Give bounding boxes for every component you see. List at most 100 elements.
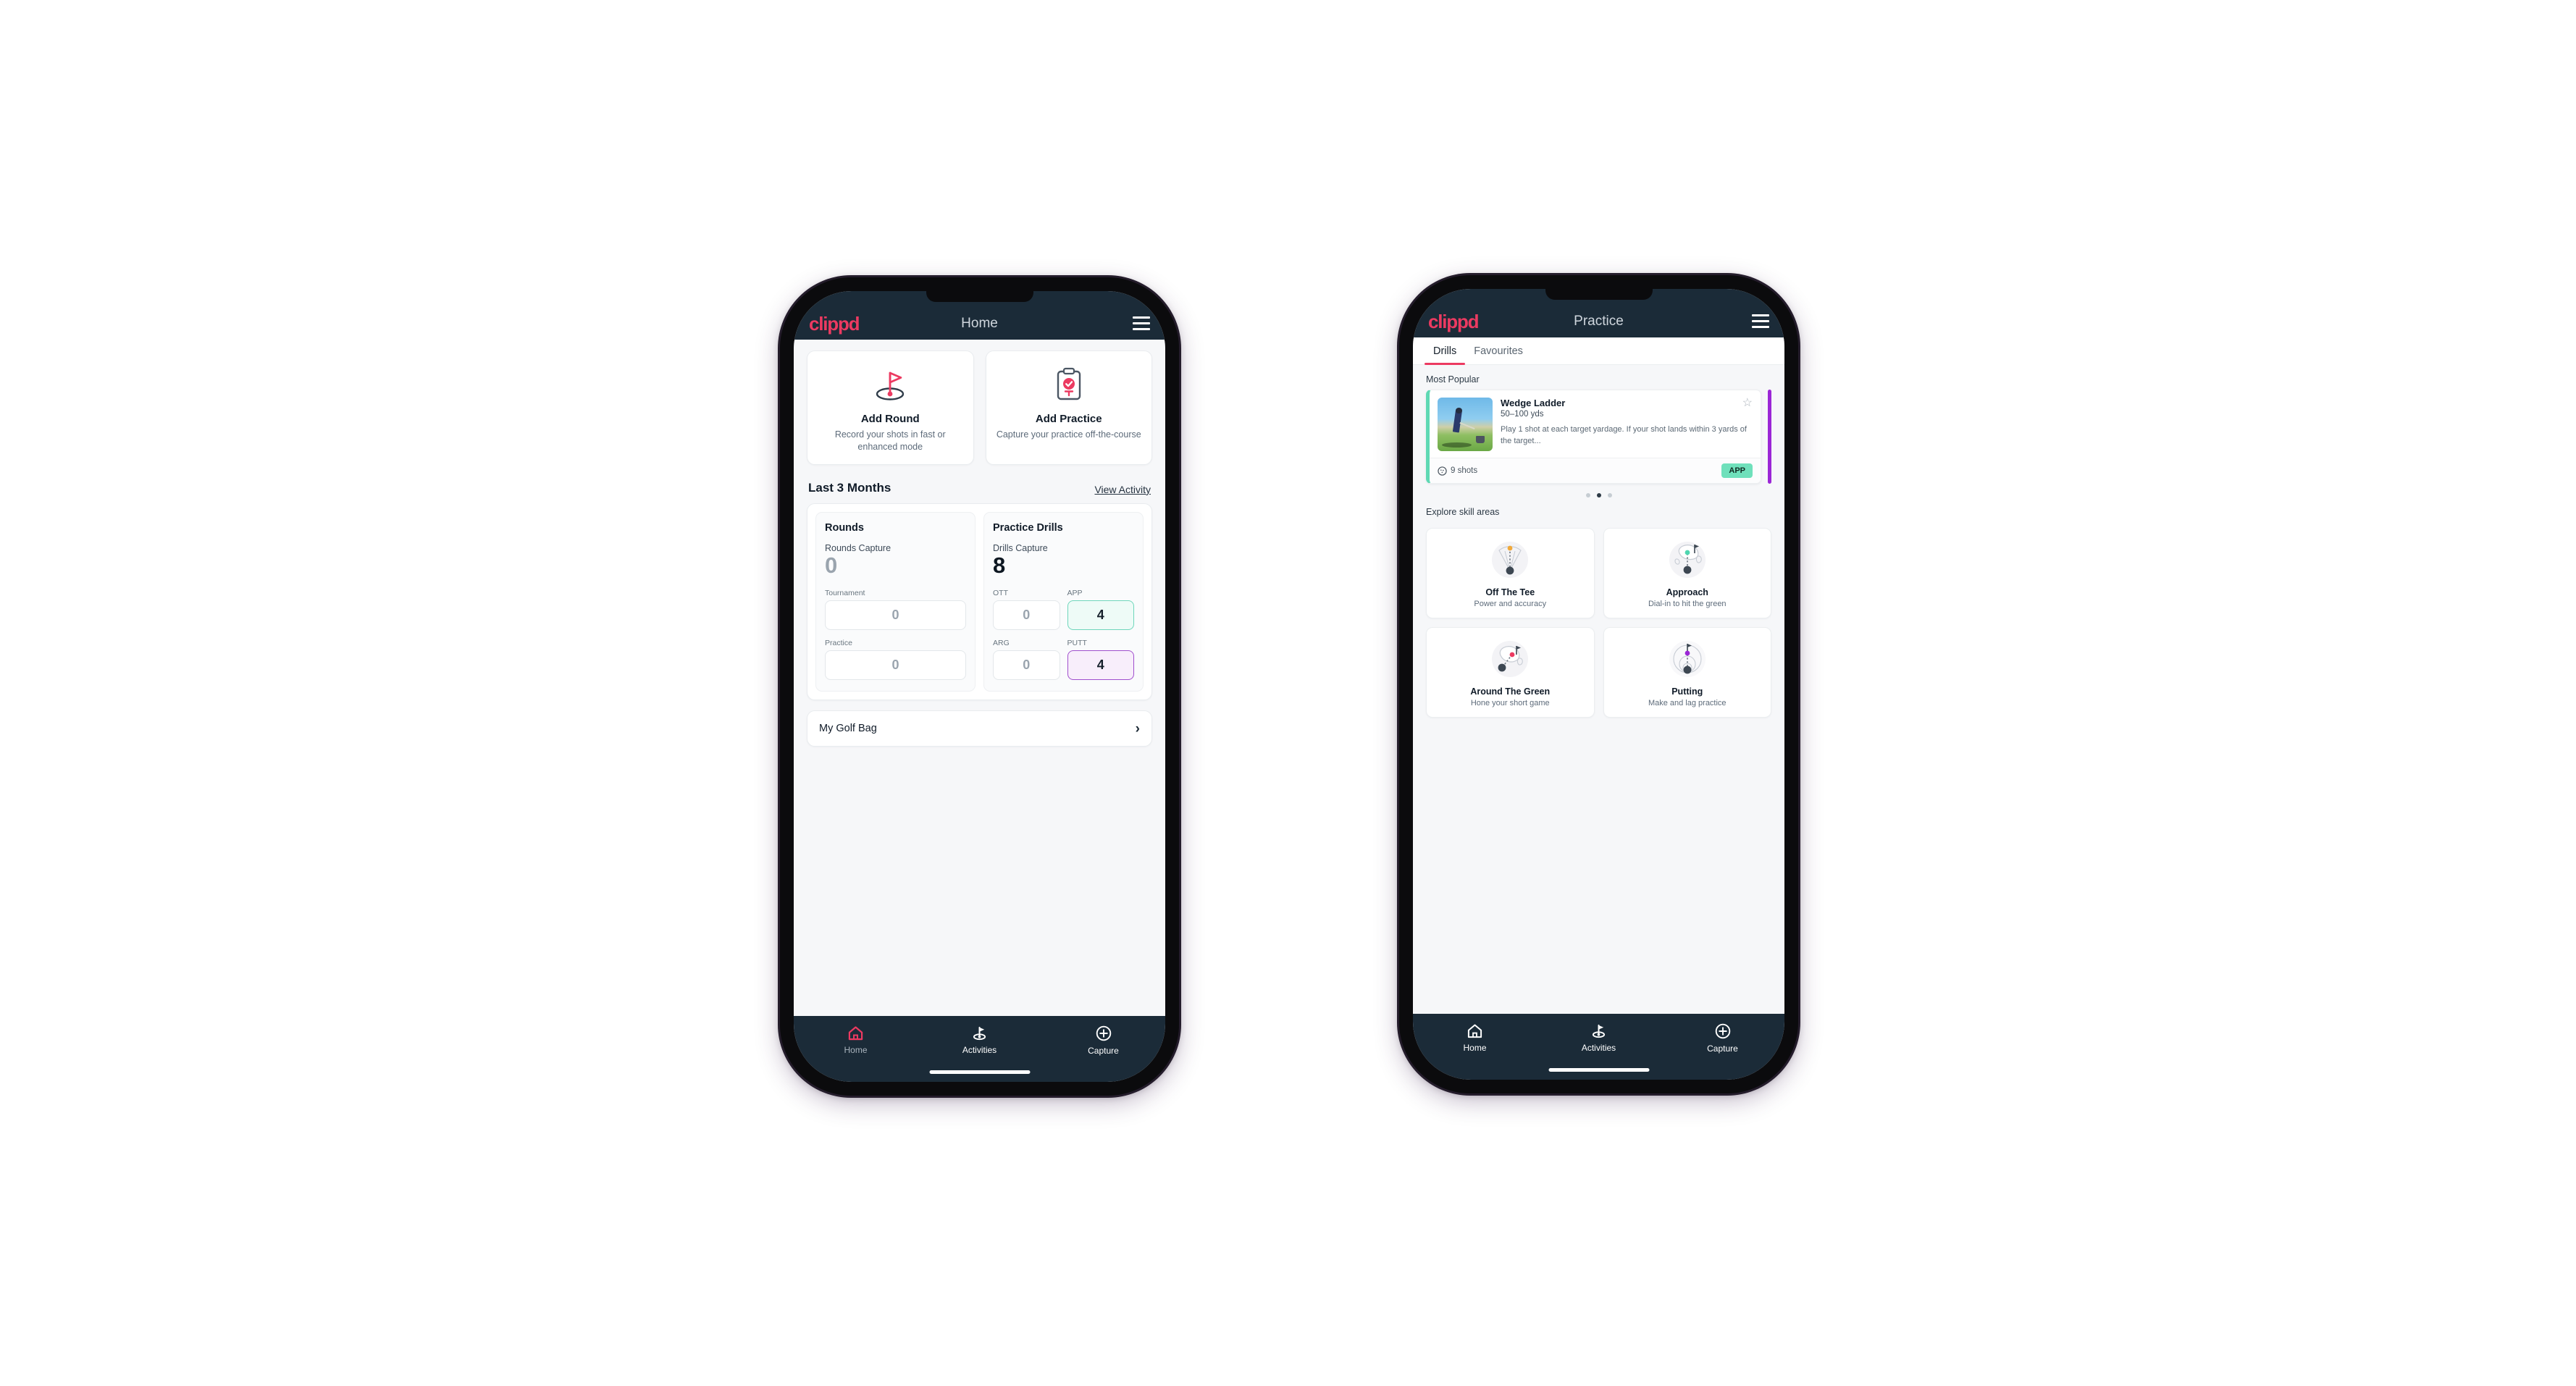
phone2-screen: clippd Practice Drills Favourites Most P… [1413,289,1784,1080]
practice-label: Practice [825,639,852,648]
plus-circle-icon [1096,1025,1111,1041]
tab-favourites[interactable]: Favourites [1465,337,1532,364]
rounds-column: Rounds Rounds Capture 0 Tournament 0 Pra… [815,511,976,692]
golf-flag-icon [814,364,967,406]
phone1-screen: clippd Home Add Round Record your shots … [794,291,1165,1082]
app-label: APP [1067,589,1083,598]
plus-circle-icon [1715,1023,1730,1039]
skill-card-putting[interactable]: Putting Make and lag practice [1603,627,1771,718]
nav-label-activities: Activities [962,1045,997,1055]
phone2-bottom-nav: Home Activities Capture [1413,1014,1784,1080]
clippd-logo[interactable]: clippd [1428,312,1480,331]
app-value[interactable]: 4 [1067,600,1134,631]
drill-category-badge: APP [1721,463,1753,478]
add-practice-title: Add Practice [1035,413,1102,425]
drill-description: Play 1 shot at each target yardage. If y… [1501,425,1747,445]
carousel-dot-1[interactable] [1585,493,1590,497]
quick-actions-row: Add Round Record your shots in fast or e… [794,340,1165,465]
nav-item-activities[interactable]: Activities [1537,1023,1661,1053]
add-practice-card[interactable]: Add Practice Capture your practice off-t… [985,350,1152,465]
star-outline-icon[interactable]: ☆ [1742,398,1753,409]
chevron-right-icon: › [1135,721,1140,736]
arg-value[interactable]: 0 [993,650,1060,681]
drill-card-footer: 9 shots APP [1430,458,1761,483]
skill-subtitle: Hone your short game [1470,699,1550,707]
skill-areas-grid: Off The Tee Power and accuracy Approach … [1413,522,1784,718]
carousel-dot-2[interactable] [1596,493,1601,497]
carousel-dots [1413,484,1784,497]
skill-card-off-the-tee[interactable]: Off The Tee Power and accuracy [1426,528,1595,618]
drills-capture-label: Drills Capture [993,542,1048,553]
ott-value[interactable]: 0 [993,600,1060,631]
my-golf-bag-row[interactable]: My Golf Bag › [807,710,1152,747]
carousel-dot-3[interactable] [1607,493,1612,497]
add-round-subtitle: Record your shots in fast or enhanced mo… [834,429,946,452]
phone-mockup-practice: clippd Practice Drills Favourites Most P… [1399,275,1798,1093]
arg-field: ARG 0 [993,639,1060,681]
add-round-card[interactable]: Add Round Record your shots in fast or e… [807,350,974,465]
drill-meta: Wedge Ladder 50–100 yds ☆ Play 1 shot at… [1501,398,1753,451]
arg-label: ARG [993,639,1010,648]
phone2-notch [1545,289,1653,300]
nav-item-capture[interactable]: Capture [1661,1023,1784,1054]
nav-label-home: Home [1463,1043,1487,1053]
stats-card: Rounds Rounds Capture 0 Tournament 0 Pra… [807,503,1152,701]
drill-title-row: Wedge Ladder 50–100 yds ☆ [1501,398,1753,419]
tournament-label: Tournament [825,589,865,598]
last-3-months-header: Last 3 Months View Activity [794,465,1165,503]
nav-item-activities[interactable]: Activities [918,1025,1041,1055]
nav-item-home[interactable]: Home [1413,1023,1537,1053]
hamburger-icon[interactable] [1133,316,1150,330]
golf-ball-icon [1438,466,1447,476]
drill-carousel[interactable]: Wedge Ladder 50–100 yds ☆ Play 1 shot at… [1413,390,1784,484]
putt-label: PUTT [1067,639,1087,648]
view-activity-link[interactable]: View Activity [1094,484,1151,495]
tab-drills[interactable]: Drills [1425,337,1466,365]
explore-skill-areas-label: Explore skill areas [1426,507,1500,517]
nav-label-home: Home [844,1045,868,1055]
phone1-content: Add Round Record your shots in fast or e… [794,340,1165,1016]
home-icon [848,1026,863,1041]
home-icon [1467,1024,1482,1038]
rounds-heading: Rounds [825,521,864,534]
phone1-notch [926,291,1033,302]
drill-card-wedge-ladder[interactable]: Wedge Ladder 50–100 yds ☆ Play 1 shot at… [1426,390,1761,484]
skill-name: Putting [1671,686,1703,697]
my-golf-bag-label: My Golf Bag [819,723,877,735]
nav-item-capture[interactable]: Capture [1041,1025,1165,1056]
practice-value[interactable]: 0 [825,650,966,681]
putt-field: PUTT 4 [1067,639,1134,681]
skill-name: Off The Tee [1485,587,1535,597]
tournament-value[interactable]: 0 [825,600,966,631]
drill-title: Wedge Ladder [1501,398,1566,408]
practice-tabs: Drills Favourites [1413,337,1784,365]
drill-shots-label: 9 shots [1451,466,1478,475]
most-popular-label: Most Popular [1426,374,1480,385]
around-green-icon [1431,637,1590,681]
rounds-capture-label: Rounds Capture [825,542,891,553]
home-indicator [929,1070,1030,1074]
next-drill-card-peek[interactable] [1768,390,1771,484]
drill-thumbnail [1438,398,1493,451]
skill-card-approach[interactable]: Approach Dial-in to hit the green [1603,528,1771,618]
home-indicator [1548,1068,1649,1072]
putting-rings-icon [1608,637,1767,681]
screenshot-canvas: clippd Home Add Round Record your shots … [0,0,2576,1386]
drills-capture-value: 8 [993,552,1006,578]
drills-row-1: OTT 0 APP 4 [993,589,1134,631]
clippd-logo[interactable]: clippd [809,314,860,333]
add-practice-subtitle: Capture your practice off-the-course [996,429,1141,440]
ott-label: OTT [993,589,1008,598]
section-title: Last 3 Months [808,480,891,495]
nav-item-home[interactable]: Home [794,1025,918,1055]
putt-value[interactable]: 4 [1067,650,1134,681]
nav-label-capture: Capture [1088,1046,1119,1056]
ott-field: OTT 0 [993,589,1060,631]
skill-subtitle: Dial-in to hit the green [1648,600,1727,608]
drills-row-2: ARG 0 PUTT 4 [993,639,1134,681]
app-field: APP 4 [1067,589,1134,631]
hamburger-icon[interactable] [1752,314,1769,328]
skill-card-around-the-green[interactable]: Around The Green Hone your short game [1426,627,1595,718]
tournament-field: Tournament 0 [825,589,966,631]
drill-card-body: Wedge Ladder 50–100 yds ☆ Play 1 shot at… [1430,390,1761,458]
